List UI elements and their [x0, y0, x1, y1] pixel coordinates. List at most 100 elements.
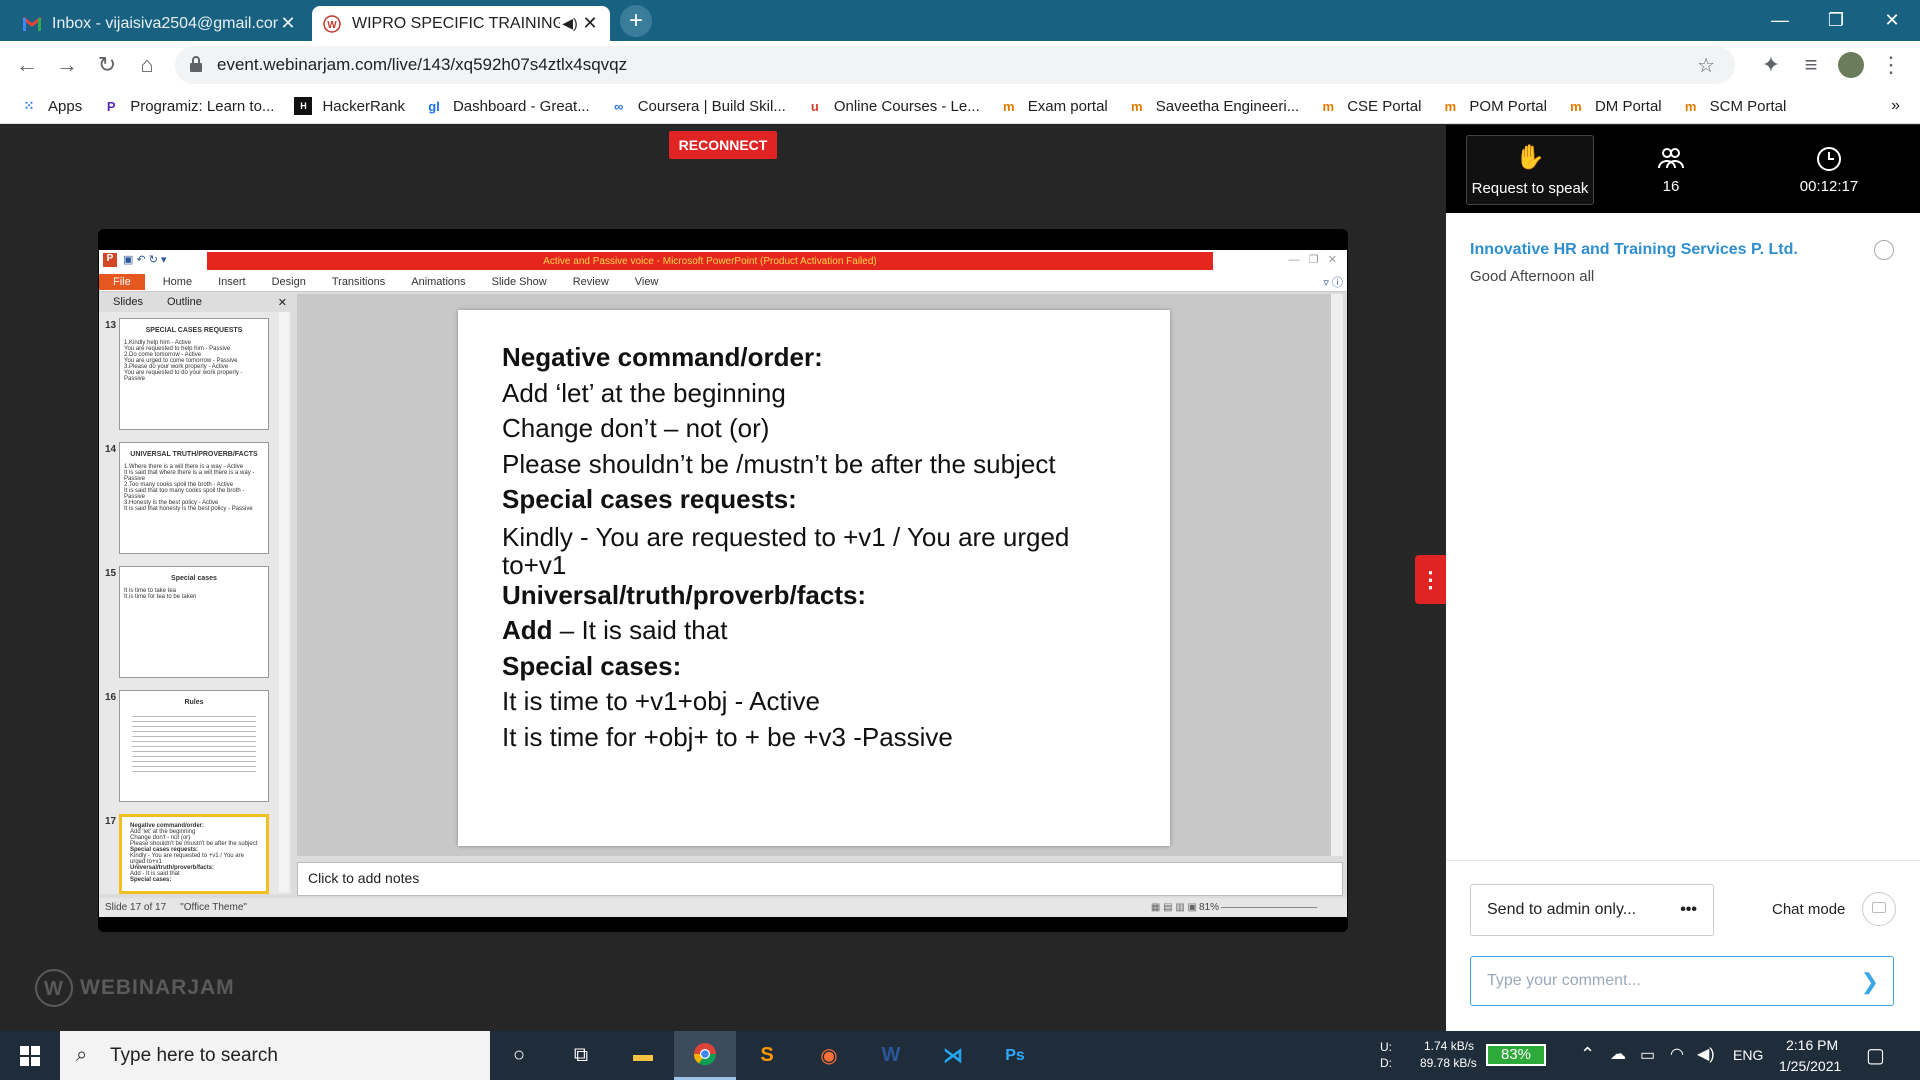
ribbon-tab-slideshow[interactable]: Slide Show: [492, 276, 547, 288]
bookmark-hackerrank[interactable]: H HackerRank: [294, 97, 405, 115]
forward-icon[interactable]: →: [51, 49, 83, 81]
slide-thumbnail-16[interactable]: Rules: [119, 690, 269, 802]
url-text: event.webinarjam.com/live/143/xq592h07s4…: [217, 55, 628, 74]
raise-hand-icon: ✋: [1515, 144, 1545, 171]
slide-line: Special cases requests:: [502, 484, 797, 514]
chat-mode-icon[interactable]: [1862, 892, 1896, 926]
reconnect-button[interactable]: RECONNECT: [669, 131, 777, 159]
comment-box[interactable]: ❯: [1470, 956, 1894, 1006]
firefox-icon[interactable]: ◉: [798, 1031, 860, 1080]
address-bar[interactable]: event.webinarjam.com/live/143/xq592h07s4…: [175, 46, 1735, 84]
thumb-line: It is said that too many cooks spoil the…: [124, 488, 245, 500]
ribbon-tab-review[interactable]: Review: [573, 276, 609, 288]
slide-line: It is time to +v1+obj - Active: [502, 686, 820, 716]
speaker-icon[interactable]: ◀): [560, 15, 580, 32]
slide-thumbnail-17[interactable]: Negative command/order: Add 'let' at the…: [119, 814, 269, 894]
sidebar-toggle-button[interactable]: ⋮: [1415, 555, 1446, 604]
onedrive-icon[interactable]: ☁: [1610, 1044, 1626, 1064]
bookmark-great-learning[interactable]: gl Dashboard - Great...: [425, 97, 590, 115]
volume-icon[interactable]: ◀): [1697, 1044, 1715, 1064]
panel-tab-slides[interactable]: Slides: [113, 296, 143, 308]
bookmark-apps[interactable]: ⁙ Apps: [20, 97, 83, 115]
slide-scrollbar[interactable]: [1331, 294, 1343, 856]
zoom-slider[interactable]: [1221, 907, 1317, 908]
show-hidden-icons[interactable]: ⌃: [1580, 1044, 1595, 1065]
language-indicator[interactable]: ENG: [1733, 1047, 1763, 1063]
search-icon: ⌕: [76, 1044, 88, 1066]
ribbon-tab-file[interactable]: File: [99, 273, 145, 290]
windows-start-icon[interactable]: [0, 1031, 60, 1080]
help-icon[interactable]: ▿ ⓘ: [1323, 274, 1343, 290]
panel-scrollbar[interactable]: [279, 312, 289, 892]
webinarjam-icon: W: [322, 14, 342, 34]
file-explorer-icon[interactable]: ▬: [612, 1031, 674, 1080]
minimize-icon[interactable]: —: [1752, 0, 1808, 40]
new-tab-button[interactable]: +: [620, 5, 652, 37]
theme-name: "Office Theme": [180, 902, 247, 913]
windows-taskbar: ⌕ Type here to search ○ ⧉ ▬ S ◉ W ⋊ Ps U…: [0, 1031, 1920, 1080]
clock-date[interactable]: 1/25/2021: [1779, 1058, 1841, 1074]
tab-wipro-training[interactable]: W WIPRO SPECIFIC TRAINING - ◀) ✕: [312, 6, 610, 41]
divider: [1446, 860, 1920, 861]
close-window-icon[interactable]: ✕: [1864, 0, 1920, 40]
bookmark-udemy[interactable]: u Online Courses - Le...: [806, 97, 980, 115]
ribbon-tab-home[interactable]: Home: [163, 276, 192, 288]
bookmark-programiz[interactable]: P Programiz: Learn to...: [102, 97, 275, 115]
slide-line: Add ‘let’ at the beginning: [502, 377, 786, 408]
menu-icon[interactable]: ⋮: [1875, 49, 1907, 81]
reload-icon[interactable]: ↻: [91, 49, 123, 81]
ribbon-tab-design[interactable]: Design: [272, 276, 306, 288]
close-tab-icon[interactable]: ✕: [580, 13, 600, 34]
more-options-icon[interactable]: •••: [1680, 901, 1697, 919]
close-tab-icon[interactable]: ✕: [278, 13, 298, 34]
chrome-icon[interactable]: [674, 1031, 736, 1080]
notifications-icon[interactable]: ▢: [1866, 1043, 1885, 1068]
home-icon[interactable]: ⌂: [131, 49, 163, 81]
clock-time[interactable]: 2:16 PM: [1786, 1037, 1838, 1053]
ribbon-tab-transitions[interactable]: Transitions: [332, 276, 385, 288]
restore-icon[interactable]: ❐: [1808, 0, 1864, 40]
notes-pane[interactable]: Click to add notes: [297, 862, 1343, 896]
star-icon[interactable]: ☆: [1697, 53, 1715, 78]
avatar[interactable]: [1835, 49, 1867, 81]
bookmark-cse-portal[interactable]: m CSE Portal: [1319, 97, 1421, 115]
slide-line: Kindly - You are requested to +v1 / You …: [502, 521, 1070, 552]
tab-inbox[interactable]: Inbox - vijaisiva2504@gmail.com ✕: [12, 6, 308, 41]
sublime-text-icon[interactable]: S: [736, 1031, 798, 1080]
view-buttons[interactable]: ▦ ▤ ▥ ▣: [1151, 902, 1197, 913]
bookmark-scm-portal[interactable]: m SCM Portal: [1682, 97, 1786, 115]
extensions-icon[interactable]: ✦: [1755, 49, 1787, 81]
photoshop-icon[interactable]: Ps: [984, 1031, 1046, 1080]
back-icon[interactable]: ←: [11, 49, 43, 81]
vscode-icon[interactable]: ⋊: [922, 1031, 984, 1080]
cortana-icon[interactable]: ○: [488, 1031, 550, 1080]
word-icon[interactable]: W: [860, 1031, 922, 1080]
thumb-title: Special cases: [171, 575, 217, 582]
slide-thumbnail-14[interactable]: UNIVERSAL TRUTH/PROVERB/FACTS 1.Where th…: [119, 442, 269, 554]
ribbon-tab-view[interactable]: View: [635, 276, 659, 288]
more-bookmarks-button[interactable]: »: [1891, 97, 1900, 115]
media-control-icon[interactable]: ≡: [1795, 49, 1827, 81]
bookmark-dm-portal[interactable]: m DM Portal: [1567, 97, 1661, 115]
send-to-select[interactable]: Send to admin only... •••: [1470, 884, 1714, 936]
bookmark-coursera[interactable]: ∞ Coursera | Build Skil...: [610, 97, 786, 115]
ribbon-tab-animations[interactable]: Animations: [411, 276, 465, 288]
panel-tab-outline[interactable]: Outline: [167, 296, 202, 308]
bookmark-pom-portal[interactable]: m POM Portal: [1441, 97, 1547, 115]
ribbon-tab-insert[interactable]: Insert: [218, 276, 246, 288]
slide-thumbnail-15[interactable]: Special cases It is time to take tea It …: [119, 566, 269, 678]
message-sender[interactable]: Innovative HR and Training Services P. L…: [1470, 241, 1798, 259]
comment-input[interactable]: [1487, 972, 1827, 990]
portal-icon: m: [1444, 98, 1457, 114]
bookmark-saveetha[interactable]: m Saveetha Engineeri...: [1128, 97, 1299, 115]
battery-icon[interactable]: ▭: [1640, 1045, 1655, 1065]
taskbar-search-box[interactable]: ⌕ Type here to search: [60, 1031, 490, 1080]
send-arrow-icon[interactable]: ❯: [1861, 969, 1879, 995]
close-panel-icon[interactable]: ✕: [278, 296, 287, 309]
wifi-icon[interactable]: ◠: [1670, 1044, 1684, 1064]
message-select-radio[interactable]: [1874, 240, 1894, 260]
task-view-icon[interactable]: ⧉: [550, 1031, 612, 1080]
bookmark-exam-portal[interactable]: m Exam portal: [1000, 97, 1108, 115]
request-to-speak-button[interactable]: ✋ Request to speak: [1466, 135, 1594, 205]
slide-thumbnail-13[interactable]: SPECIAL CASES REQUESTS 1.Kindly help him…: [119, 318, 269, 430]
